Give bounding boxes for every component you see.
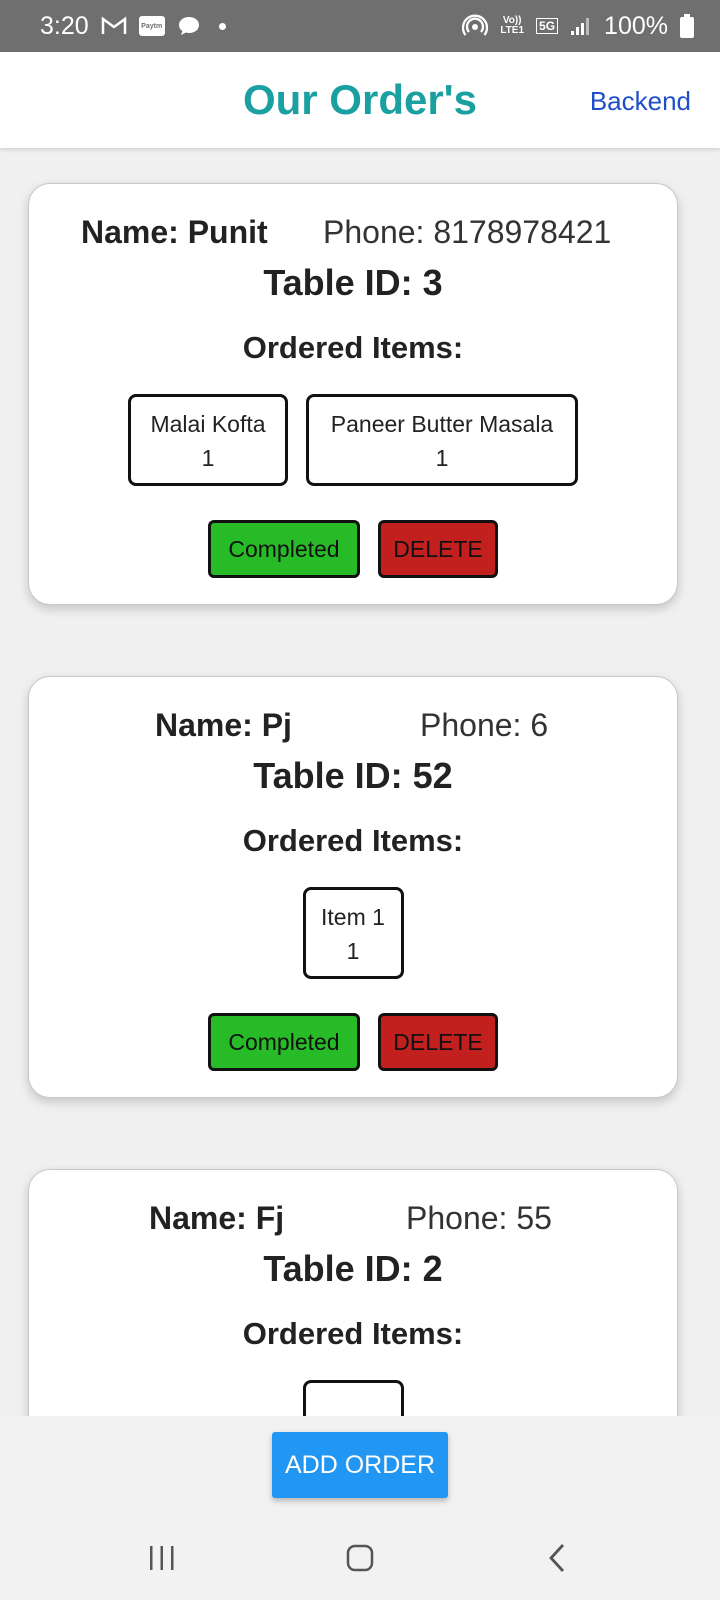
- customer-row: Name: Punit Phone: 8178978421: [29, 214, 677, 254]
- network-type: 5G: [536, 18, 559, 34]
- battery-icon: [680, 14, 694, 38]
- network-lte: LTE1: [500, 25, 525, 36]
- paytm-icon: Paytm: [138, 16, 165, 36]
- hotspot-icon: [462, 13, 489, 39]
- backend-link[interactable]: Backend: [590, 86, 691, 117]
- orders-list[interactable]: Name: Punit Phone: 8178978421 Table ID: …: [0, 148, 720, 1416]
- customer-name: Name: Punit: [81, 214, 268, 250]
- ordered-item: [302, 1380, 404, 1416]
- ordered-item: Malai Kofta 1: [128, 394, 288, 486]
- table-id: Table ID: 52: [253, 755, 453, 796]
- delete-button[interactable]: DELETE: [378, 1013, 498, 1071]
- customer-phone: Phone: 55: [406, 1200, 552, 1236]
- item-qty: 1: [346, 938, 360, 964]
- customer-name: Name: Fj: [149, 1200, 285, 1236]
- order-card: Name: Fj Phone: 55 Table ID: 2 Ordered I…: [28, 1169, 678, 1416]
- ordered-items-label: Ordered Items:: [242, 330, 464, 365]
- item-qty: 1: [435, 445, 449, 471]
- chat-icon: [177, 15, 201, 37]
- item-name: Item 1: [321, 904, 385, 930]
- ordered-item: Item 1 1: [302, 887, 404, 979]
- ordered-items: Malai Kofta 1 Paneer Butter Masala 1: [29, 394, 677, 486]
- completed-button[interactable]: Completed: [208, 520, 360, 578]
- system-nav-bar: [0, 1516, 720, 1600]
- back-icon[interactable]: [528, 1538, 588, 1578]
- order-card: Name: Pj Phone: 6 Table ID: 52 Ordered I…: [28, 676, 678, 1098]
- ordered-items-label: Ordered Items:: [242, 1316, 464, 1351]
- home-icon[interactable]: [330, 1538, 390, 1578]
- signal-icon: [570, 16, 592, 36]
- customer-row: Name: Fj Phone: 55: [29, 1200, 677, 1240]
- order-actions: Completed DELETE: [29, 1013, 677, 1071]
- network-indicator: Vo)) LTE1: [500, 16, 524, 36]
- customer-row: Name: Pj Phone: 6: [29, 707, 677, 747]
- app-header: Our Order's Backend: [0, 52, 720, 148]
- customer-phone: Phone: 6: [420, 707, 549, 743]
- item-name: Malai Kofta: [150, 411, 266, 437]
- ordered-items: [29, 1380, 677, 1416]
- table-id: Table ID: 3: [263, 262, 443, 303]
- order-card: Name: Punit Phone: 8178978421 Table ID: …: [28, 183, 678, 605]
- ordered-items: Item 1 1: [29, 887, 677, 979]
- completed-button[interactable]: Completed: [208, 1013, 360, 1071]
- table-id: Table ID: 2: [263, 1248, 443, 1289]
- gmail-icon: [101, 16, 127, 36]
- status-left: 3:20 Paytm: [40, 12, 226, 41]
- item-name: Paneer Butter Masala: [330, 411, 554, 437]
- add-order-button[interactable]: ADD ORDER: [272, 1432, 448, 1498]
- customer-name: Name: Pj: [155, 707, 292, 743]
- recents-icon[interactable]: [132, 1538, 192, 1578]
- order-actions: Completed DELETE: [29, 520, 677, 578]
- notification-dot: [218, 22, 226, 30]
- battery-percent: 100%: [604, 11, 668, 40]
- status-bar: 3:20 Paytm Vo)) LTE1 5G 100%: [0, 0, 720, 52]
- status-right: Vo)) LTE1 5G 100%: [462, 12, 694, 41]
- ordered-items-label: Ordered Items:: [242, 823, 464, 858]
- ordered-item: Paneer Butter Masala 1: [306, 394, 578, 486]
- status-time: 3:20: [40, 11, 89, 40]
- customer-phone: Phone: 8178978421: [323, 214, 612, 250]
- delete-button[interactable]: DELETE: [378, 520, 498, 578]
- bottom-bar: ADD ORDER: [0, 1416, 720, 1516]
- item-qty: 1: [201, 445, 215, 471]
